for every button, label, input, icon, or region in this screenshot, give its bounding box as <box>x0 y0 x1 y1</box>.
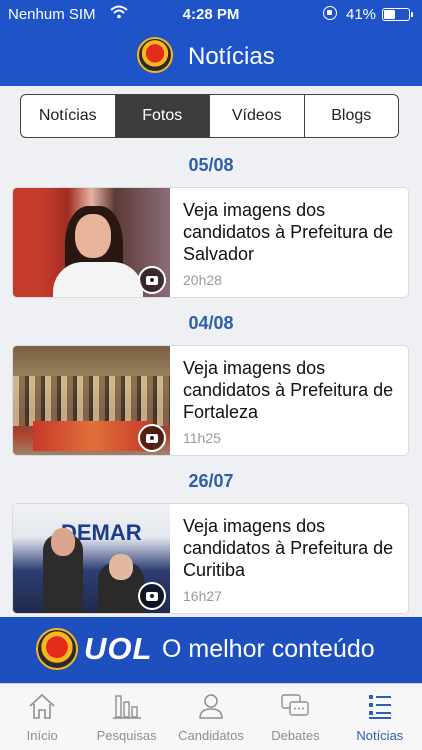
home-icon <box>29 693 55 719</box>
news-headline: Veja imagens dos candidatos à Prefeitura… <box>183 516 394 580</box>
orientation-lock-icon <box>323 6 337 20</box>
top-bar: Nenhum SIM 4:28 PM 41% Notícias <box>0 0 422 86</box>
photo-figure-face <box>75 214 111 258</box>
page-title: Notícias <box>188 43 275 70</box>
ad-tagline: O melhor conteúdo <box>162 635 375 663</box>
tab-blogs[interactable]: Blogs <box>305 95 399 137</box>
tab-bar-label: Candidatos <box>178 728 244 743</box>
news-list-icon <box>368 695 391 719</box>
date-header: 04/08 <box>188 313 234 333</box>
news-photo <box>13 346 170 455</box>
news-time: 20h28 <box>183 272 222 288</box>
tab-fotos[interactable]: Fotos <box>115 95 210 137</box>
news-photo <box>13 188 170 297</box>
news-headline: Veja imagens dos candidatos à Prefeitura… <box>183 200 394 264</box>
app-header: Notícias <box>0 34 422 78</box>
camera-icon <box>138 582 166 610</box>
news-time: 11h25 <box>183 430 221 446</box>
battery-percent: 41% <box>346 6 377 23</box>
camera-icon <box>138 424 166 452</box>
photo-person-head <box>109 554 133 580</box>
status-bar: Nenhum SIM 4:28 PM 41% <box>0 0 422 30</box>
chat-bubbles-icon <box>281 694 310 716</box>
battery-icon <box>382 8 413 21</box>
news-card[interactable]: Veja imagens dos candidatos à Prefeitura… <box>12 187 409 298</box>
news-card[interactable]: Veja imagens dos candidatos à Prefeitura… <box>12 345 409 456</box>
tab-bar-label: Notícias <box>356 728 404 743</box>
tab-bar-label: Pesquisas <box>96 728 157 743</box>
segment-control: Notícias Fotos Vídeos Blogs <box>20 94 399 138</box>
photo-flag <box>33 421 153 451</box>
tab-bar-item-debates[interactable]: Debates <box>253 684 337 750</box>
tab-bar-item-candidatos[interactable]: Candidatos <box>169 684 253 750</box>
ad-banner[interactable]: UOL O melhor conteúdo <box>0 617 422 683</box>
photo-person-head <box>51 528 75 556</box>
tab-bar-item-noticias[interactable]: Notícias <box>338 684 422 750</box>
news-time: 16h27 <box>183 588 222 604</box>
tab-bar-item-inicio[interactable]: Início <box>0 684 84 750</box>
uol-logo-icon <box>36 628 78 670</box>
tab-videos[interactable]: Vídeos <box>210 95 305 137</box>
photo-crowd <box>13 376 170 426</box>
camera-icon <box>138 266 166 294</box>
date-header: 05/08 <box>188 155 234 175</box>
news-photo: DEMAR <box>13 504 170 613</box>
tab-bar-item-pesquisas[interactable]: Pesquisas <box>84 684 168 750</box>
bottom-tab-bar: Início Pesquisas Candidatos Debates Notí… <box>0 683 422 750</box>
photo-figure-shirt <box>53 262 143 297</box>
bar-chart-icon <box>112 695 141 719</box>
person-icon <box>199 694 223 719</box>
news-card[interactable]: DEMAR Veja imagens dos candidatos à Pref… <box>12 503 409 614</box>
date-header: 26/07 <box>188 471 234 491</box>
tab-bar-label: Debates <box>271 728 320 743</box>
news-headline: Veja imagens dos candidatos à Prefeitura… <box>183 358 394 422</box>
battery-fill <box>384 10 395 19</box>
ad-brand: UOL <box>84 631 153 666</box>
uol-logo-icon <box>137 37 173 73</box>
tab-noticias[interactable]: Notícias <box>21 95 116 137</box>
tab-bar-label: Início <box>26 728 58 743</box>
